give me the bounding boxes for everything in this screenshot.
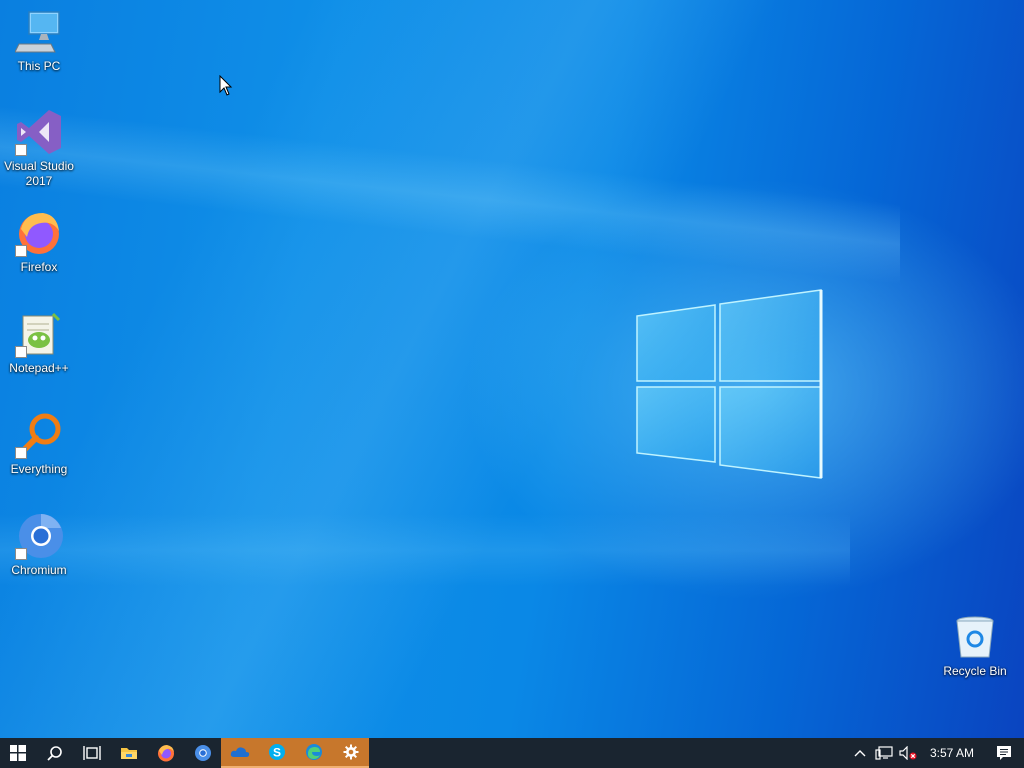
- desktop[interactable]: This PC Visual Studio 2017 Firefox Notep…: [0, 0, 1024, 738]
- desktop-icon-firefox[interactable]: Firefox: [1, 209, 77, 275]
- volume-button[interactable]: [896, 738, 920, 768]
- start-button[interactable]: [0, 738, 36, 768]
- desktop-icon-chromium[interactable]: Chromium: [1, 512, 77, 578]
- shortcut-arrow-icon: [15, 144, 27, 156]
- visual-studio-icon: [15, 108, 63, 156]
- windows-start-icon: [10, 745, 26, 761]
- mouse-cursor-icon: [219, 75, 233, 96]
- show-hidden-icons-button[interactable]: [848, 738, 872, 768]
- shortcut-arrow-icon: [15, 447, 27, 459]
- desktop-icon-recycle-bin[interactable]: Recycle Bin: [937, 613, 1013, 679]
- desktop-icon-everything[interactable]: Everything: [1, 411, 77, 477]
- light-beam: [0, 0, 900, 445]
- desktop-icon-label: Everything: [10, 462, 68, 476]
- svg-text:S: S: [272, 746, 280, 760]
- volume-muted-icon: [899, 746, 917, 760]
- desktop-icon-label: Firefox: [20, 260, 58, 274]
- desktop-icon-notepad-plus-plus[interactable]: Notepad++: [1, 310, 77, 376]
- shortcut-arrow-icon: [15, 346, 27, 358]
- network-button[interactable]: [872, 738, 896, 768]
- recycle-bin-icon: [951, 613, 999, 661]
- firefox-icon: [15, 209, 63, 257]
- task-view-icon: [82, 746, 101, 760]
- desktop-icon-label: Notepad++: [9, 361, 69, 375]
- firefox-icon: [157, 745, 174, 762]
- desktop-icon-label: Chromium: [11, 563, 67, 577]
- folder-icon: [120, 748, 137, 759]
- search-icon: [46, 746, 62, 761]
- taskbar-firefox-button[interactable]: [147, 738, 184, 768]
- windows-logo-wallpaper: [636, 289, 823, 479]
- system-tray: 3:57 AM: [848, 738, 1024, 768]
- taskbar-edge-button[interactable]: [295, 738, 332, 768]
- chromium-icon: [15, 512, 63, 560]
- network-icon: [875, 746, 893, 760]
- desktop-icon-label: Visual Studio 2017: [4, 159, 74, 188]
- desktop-icon-visual-studio[interactable]: Visual Studio 2017: [1, 108, 77, 189]
- shortcut-arrow-icon: [15, 548, 27, 560]
- file-explorer-button[interactable]: [110, 738, 147, 768]
- everything-search-icon: [15, 411, 63, 459]
- skype-icon: S: [268, 744, 285, 760]
- shortcut-arrow-icon: [15, 245, 27, 257]
- onedrive-icon: [230, 747, 249, 757]
- desktop-icon-label: Recycle Bin: [943, 664, 1007, 678]
- taskbar-settings-button[interactable]: [332, 738, 369, 768]
- this-pc-icon: [14, 8, 63, 56]
- clock[interactable]: 3:57 AM: [920, 738, 984, 768]
- desktop-icon-label: This PC: [17, 59, 61, 73]
- action-center-button[interactable]: [984, 738, 1024, 768]
- chevron-up-icon: [854, 750, 866, 757]
- notification-icon: [997, 746, 1011, 760]
- taskbar-chromium-button[interactable]: [184, 738, 221, 768]
- task-view-button[interactable]: [73, 738, 110, 768]
- light-beam: [0, 370, 850, 730]
- desktop-icon-this-pc[interactable]: This PC: [1, 8, 77, 74]
- notepad-plus-plus-icon: [15, 310, 63, 358]
- taskbar-onedrive-button[interactable]: [221, 738, 258, 768]
- taskbar: S 3:57 AM: [0, 738, 1024, 768]
- taskbar-skype-button[interactable]: S: [258, 738, 295, 768]
- search-button[interactable]: [36, 738, 73, 768]
- chromium-icon: [194, 745, 211, 761]
- gear-icon: [343, 744, 358, 760]
- edge-icon: [305, 744, 322, 760]
